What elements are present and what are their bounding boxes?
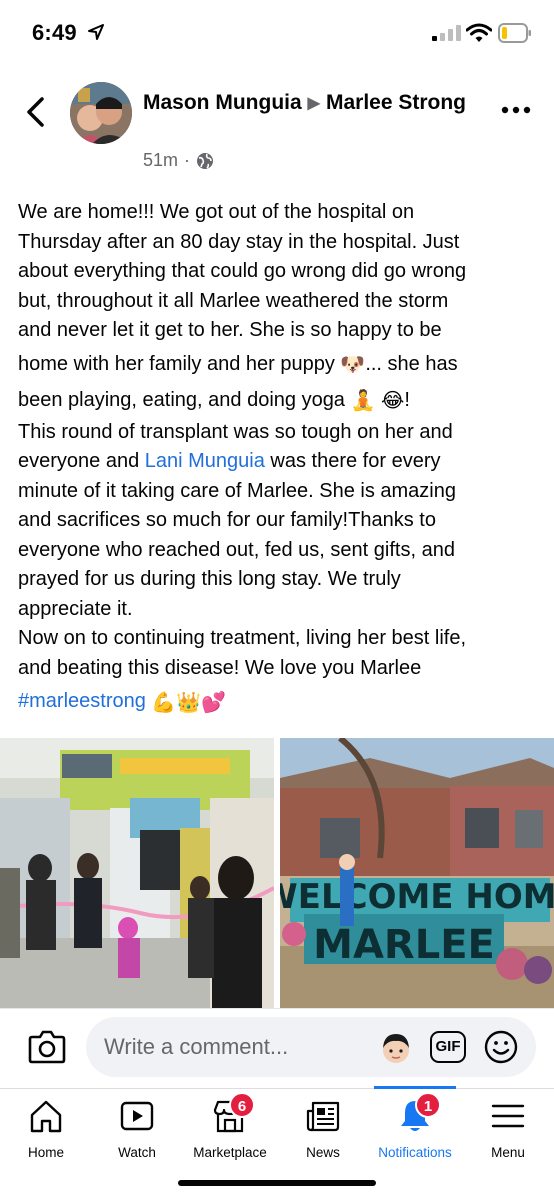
status-time: 6:49 [32, 20, 77, 45]
yard-sign-bottom-text: MARLEE [313, 922, 495, 968]
status-bar: 6:49 [0, 0, 554, 68]
cellular-signal-icon [432, 25, 461, 41]
shared-to-arrow: ▶ [307, 95, 320, 112]
home-icon [30, 1100, 62, 1133]
puppy-emoji: 🐶 [340, 352, 366, 377]
post-text-segment: was there for every [264, 450, 441, 472]
tab-label: Home [27, 1145, 64, 1160]
tab-label: News [306, 1145, 340, 1160]
emoji-smile-icon[interactable] [484, 1030, 518, 1064]
tab-label: Menu [491, 1145, 525, 1160]
location-arrow-icon [88, 24, 104, 40]
tab-home[interactable]: Home [0, 1088, 92, 1168]
tab-menu[interactable]: Menu [462, 1088, 554, 1168]
home-indicator [178, 1180, 376, 1186]
post-text-line: but, throughout it all Marlee weathered … [18, 289, 449, 312]
post-text-line: Thursday after an 80 day stay in the hos… [18, 230, 460, 253]
post-text-line: minute of it taking care of Marlee. She … [18, 479, 456, 502]
back-arrow-icon[interactable] [22, 96, 50, 128]
post-text-segment: everyone and [18, 450, 145, 472]
post-text-segment: ! [404, 388, 410, 411]
post-text-line: #marleestrong 💪👑💕 [18, 683, 543, 719]
post-text-line: home with her family and her puppy 🐶... … [18, 346, 543, 382]
comment-placeholder[interactable]: Write a comment... [104, 1034, 288, 1060]
tab-label: Marketplace [193, 1145, 267, 1160]
tab-news[interactable]: News [277, 1088, 369, 1168]
post-text-segment: been playing, eating, and doing yoga [18, 388, 345, 411]
post-text-line: and never let it get to her. She is so h… [18, 319, 442, 341]
post-text-line: been playing, eating, and doing yoga 🧘 😂… [18, 382, 543, 418]
author-name[interactable]: Mason Munguia [143, 91, 302, 114]
post-text-line: prayed for us during this long stay. We … [18, 568, 401, 590]
yard-sign-photo: WELCOME HOME MARLEE [280, 738, 554, 1008]
post-text-line: about everything that could go wrong did… [18, 260, 467, 282]
avatar-sticker-icon[interactable] [378, 1030, 414, 1066]
more-options-icon[interactable] [500, 104, 532, 116]
post-author-line: Mason Munguia ▶ Marlee Strong [143, 88, 483, 119]
post-text-segment: ... she has [365, 352, 458, 375]
post-text-line: everyone who reached out, fed us, sent g… [18, 538, 455, 561]
post-text-line: appreciate it. [18, 597, 133, 620]
menu-icon [491, 1104, 525, 1128]
camera-icon[interactable] [28, 1028, 66, 1064]
battery-icon [498, 23, 531, 43]
group-name[interactable]: Marlee Strong [326, 91, 466, 114]
hashtag-emojis: 💪👑💕 [151, 689, 227, 714]
post-text-line: We are home!!! We got out of the hospita… [18, 201, 415, 223]
gif-button[interactable]: GIF [430, 1031, 466, 1063]
tab-label: Watch [118, 1145, 156, 1160]
post-timestamp[interactable]: 51m [143, 150, 178, 171]
post-photo-hospital[interactable] [0, 738, 274, 1008]
tab-watch[interactable]: Watch [91, 1088, 183, 1168]
yoga-emoji: 🧘 [350, 388, 376, 413]
post-text: We are home!!! We got out of the hospita… [18, 198, 543, 719]
notifications-badge: 1 [415, 1092, 441, 1118]
mention-link[interactable]: Lani Munguia [145, 450, 265, 472]
laughing-emoji: 😂 [380, 388, 405, 413]
author-avatar[interactable] [70, 82, 132, 144]
post-text-line: and beating this disease! We love you Ma… [18, 656, 422, 679]
hashtag-link[interactable]: #marleestrong [18, 690, 146, 712]
wifi-icon [466, 23, 492, 42]
gif-label: GIF [435, 1038, 461, 1055]
globe-icon [197, 152, 214, 169]
meta-separator: · [184, 150, 191, 170]
hospital-photo [0, 738, 274, 1008]
post-meta: 51m · [143, 150, 214, 171]
post-photo-yard-sign[interactable]: WELCOME HOME MARLEE [280, 738, 554, 1008]
watch-icon [120, 1101, 154, 1131]
post-text-segment: home with her family and her puppy [18, 352, 335, 375]
post-text-line: everyone and Lani Munguia was there for … [18, 447, 543, 477]
post-text-line: This round of transplant was so tough on… [18, 420, 453, 443]
tab-label: Notifications [378, 1145, 452, 1160]
yard-sign-top-text: WELCOME HOME [280, 877, 554, 917]
avatar-photo [70, 82, 132, 144]
post-text-line: and sacrifices so much for our family!Th… [18, 509, 436, 531]
news-icon [306, 1101, 340, 1132]
marketplace-badge: 6 [229, 1092, 255, 1118]
post-text-line: Now on to continuing treatment, living h… [18, 627, 467, 649]
